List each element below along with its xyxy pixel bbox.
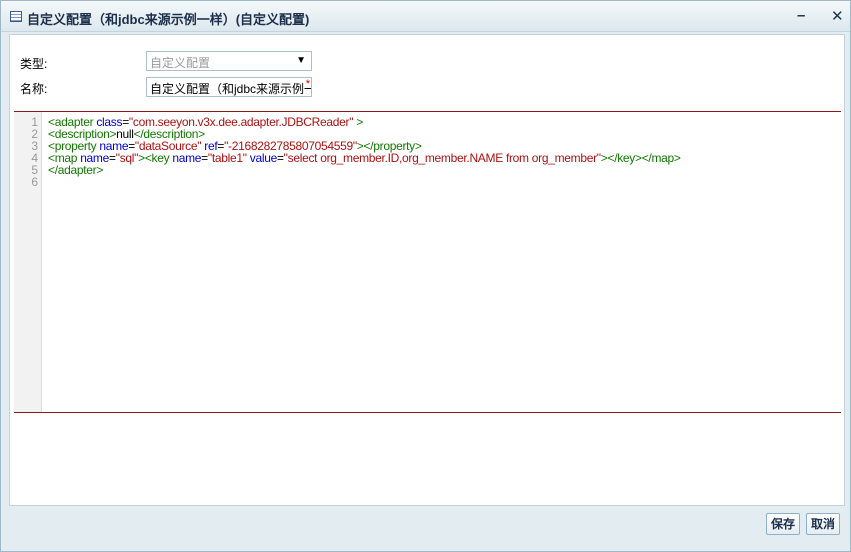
type-select[interactable]: 自定义配置 ▼ [146, 51, 312, 71]
dialog-window: 自定义配置（和jdbc来源示例一样）(自定义配置) – ✕ 类型: 自定义配置 … [0, 0, 851, 552]
close-button[interactable]: ✕ [831, 7, 844, 25]
code-token: value [246, 151, 278, 165]
dialog-body: 类型: 自定义配置 ▼ 名称: 自定义配置（和jdbc来源示例一样） * 123… [9, 34, 845, 506]
dialog-footer: 保存 取消 [1, 507, 850, 551]
code-token: = [109, 151, 116, 165]
title-bar[interactable]: 自定义配置（和jdbc来源示例一样）(自定义配置) – ✕ [1, 1, 850, 32]
code-token: "select org_member.ID,org_member.NAME fr… [283, 151, 601, 165]
code-line: </adapter> [48, 164, 681, 176]
code-token: "table1" [207, 151, 247, 165]
line-number: 6 [31, 175, 38, 189]
name-input[interactable]: 自定义配置（和jdbc来源示例一样） * [146, 77, 312, 97]
minimize-button[interactable]: – [797, 7, 805, 24]
dropdown-arrow-icon: ▼ [296, 55, 306, 66]
code-token: "sql" [115, 151, 139, 165]
code-editor[interactable]: 123456 <adapter class="com.seeyon.v3x.de… [14, 111, 841, 413]
name-input-value: 自定义配置（和jdbc来源示例一样） [150, 82, 311, 96]
code-token: > [353, 115, 363, 129]
dialog-title: 自定义配置（和jdbc来源示例一样）(自定义配置) [27, 12, 310, 27]
cancel-button[interactable]: 取消 [806, 513, 841, 535]
required-mark: * [305, 78, 310, 90]
code-token: </adapter> [48, 163, 104, 177]
code-content[interactable]: <adapter class="com.seeyon.v3x.dee.adapt… [48, 116, 681, 188]
code-token: ></key></map> [600, 151, 681, 165]
type-select-value: 自定义配置 [150, 56, 211, 70]
save-button[interactable]: 保存 [766, 513, 801, 535]
name-label: 名称: [20, 82, 48, 96]
code-line: <map name="sql"><key name="table1" value… [48, 152, 681, 164]
line-number-gutter: 123456 [14, 112, 42, 412]
code-token: = [201, 151, 208, 165]
code-token: name [172, 151, 202, 165]
code-token: = [276, 151, 284, 165]
type-label: 类型: [20, 57, 48, 71]
code-token: ><key [138, 151, 173, 165]
form-icon [10, 11, 22, 22]
